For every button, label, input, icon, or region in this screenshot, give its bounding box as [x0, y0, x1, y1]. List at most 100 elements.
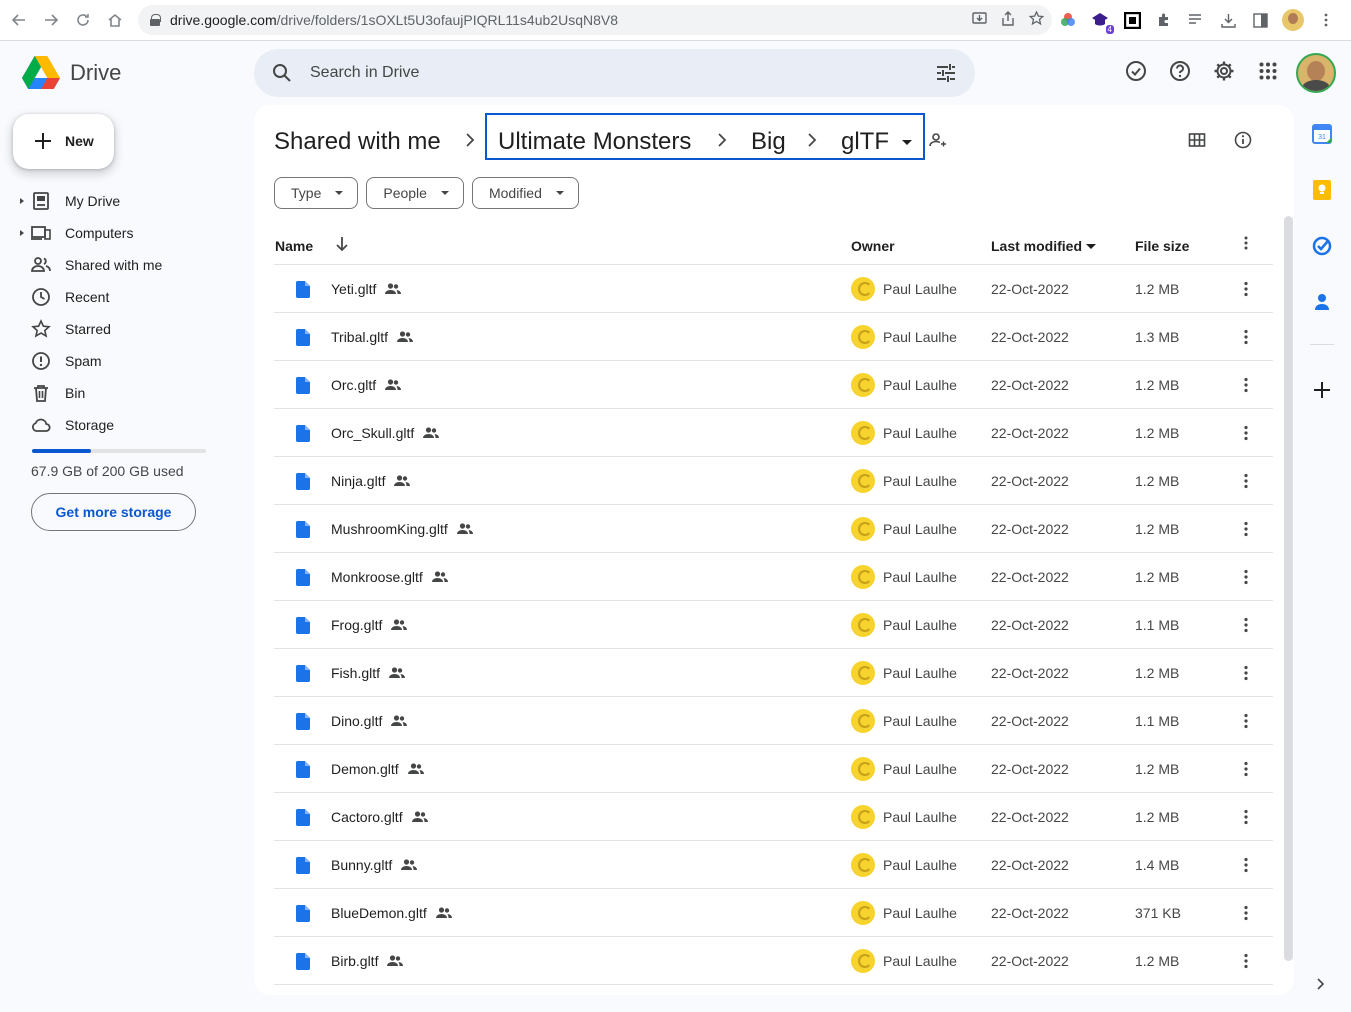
file-name: Bunny.gltf	[331, 857, 393, 873]
more-actions-icon[interactable]	[1236, 423, 1256, 443]
more-actions-icon[interactable]	[1236, 279, 1256, 299]
back-icon[interactable]	[3, 4, 35, 36]
offline-ready-icon[interactable]	[1124, 59, 1148, 83]
sidebar-item-my-drive[interactable]: My Drive	[20, 185, 240, 217]
more-actions-icon[interactable]	[1236, 615, 1256, 635]
table-row[interactable]: Orc.gltf Paul Laulhe 22-Oct-2022 1.2 MB	[274, 361, 1273, 409]
table-row[interactable]: Tribal.gltf Paul Laulhe 22-Oct-2022 1.3 MB	[274, 313, 1273, 361]
account-avatar[interactable]	[1296, 53, 1336, 93]
last-modified: 22-Oct-2022	[991, 905, 1069, 921]
filter-modified[interactable]: Modified	[471, 177, 579, 209]
sidebar-item-starred[interactable]: Starred	[20, 313, 240, 345]
expand-caret-icon[interactable]	[20, 230, 24, 236]
table-row[interactable]: BlueDemon.gltf Paul Laulhe 22-Oct-2022 371 …	[274, 889, 1273, 937]
breadcrumb-current-folder[interactable]: glTF	[841, 128, 912, 156]
main-scrollbar[interactable]	[1284, 216, 1293, 961]
table-row[interactable]: Fish.gltf Paul Laulhe 22-Oct-2022 1.2 MB	[274, 649, 1273, 697]
more-actions-icon[interactable]	[1236, 567, 1256, 587]
new-button[interactable]: New	[13, 114, 114, 169]
reload-icon[interactable]	[67, 4, 99, 36]
search-bar[interactable]	[254, 49, 975, 97]
sidebar-item-computers[interactable]: Computers	[20, 217, 240, 249]
more-actions-icon[interactable]	[1236, 903, 1256, 923]
table-row[interactable]: Demon.gltf Paul Laulhe 22-Oct-2022 1.2 MB	[274, 745, 1273, 793]
table-row[interactable]: Monkroose.gltf Paul Laulhe 22-Oct-2022 1.2 …	[274, 553, 1273, 601]
install-app-icon[interactable]	[972, 11, 987, 29]
more-actions-icon[interactable]	[1236, 759, 1256, 779]
more-actions-icon[interactable]	[1236, 663, 1256, 683]
filter-type[interactable]: Type	[274, 177, 359, 209]
get-more-storage-button[interactable]: Get more storage	[31, 493, 196, 531]
keep-icon[interactable]	[1310, 178, 1334, 202]
browser-menu-icon[interactable]	[1316, 10, 1336, 30]
table-row[interactable]: Cactoro.gltf Paul Laulhe 22-Oct-2022 1.2 MB	[274, 793, 1273, 841]
more-actions-icon[interactable]	[1236, 519, 1256, 539]
owner-name: Paul Laulhe	[883, 713, 957, 729]
downloads-icon[interactable]	[1218, 10, 1238, 30]
bookmark-star-icon[interactable]	[1028, 10, 1045, 29]
more-actions-icon[interactable]	[1236, 855, 1256, 875]
sidebar-item-recent[interactable]: Recent	[20, 281, 240, 313]
sort-direction-icon[interactable]	[335, 236, 349, 255]
table-row[interactable]: Orc_Skull.gltf Paul Laulhe 22-Oct-2022 1.2 …	[274, 409, 1273, 457]
browser-toolbar: drive.google.com/drive/folders/1sOXLt5U3…	[0, 0, 1351, 41]
more-actions-icon[interactable]	[1236, 375, 1256, 395]
table-row[interactable]: Yeti.gltf Paul Laulhe 22-Oct-2022 1.2 MB	[274, 265, 1273, 313]
share-page-icon[interactable]	[1001, 11, 1015, 29]
breadcrumb-ultimate-monsters[interactable]: Ultimate Monsters	[498, 128, 691, 156]
column-owner[interactable]: Owner	[851, 238, 895, 254]
forward-icon[interactable]	[35, 4, 67, 36]
address-bar[interactable]: drive.google.com/drive/folders/1sOXLt5U3…	[138, 5, 1052, 35]
sort-caret-icon[interactable]	[1086, 244, 1096, 249]
extension-badge-icon[interactable]: 4	[1090, 10, 1114, 34]
contacts-icon[interactable]	[1310, 290, 1334, 314]
filter-people[interactable]: People	[366, 177, 464, 209]
column-last-modified[interactable]: Last modified	[991, 238, 1082, 254]
table-row[interactable]: Birb.gltf Paul Laulhe 22-Oct-2022 1.2 MB	[274, 937, 1273, 985]
folder-share-icon[interactable]	[929, 132, 947, 153]
chevron-right-icon[interactable]	[1314, 977, 1328, 991]
calendar-icon[interactable]: 31	[1310, 122, 1334, 146]
table-row[interactable]: MushroomKing.gltf Paul Laulhe 22-Oct-2022 1…	[274, 505, 1273, 553]
column-options-icon[interactable]	[1244, 236, 1248, 253]
file-name: Monkroose.gltf	[331, 569, 423, 585]
add-addon-icon[interactable]	[1310, 378, 1334, 402]
column-file-size[interactable]: File size	[1135, 238, 1189, 254]
more-actions-icon[interactable]	[1236, 807, 1256, 827]
tasks-icon[interactable]	[1310, 234, 1334, 258]
apps-grid-icon[interactable]	[1256, 59, 1280, 83]
search-options-icon[interactable]	[935, 62, 957, 89]
sidebar-item-storage[interactable]: Storage	[20, 409, 240, 441]
sidebar-item-shared-with-me[interactable]: Shared with me	[20, 249, 240, 281]
table-row[interactable]: Dino.gltf Paul Laulhe 22-Oct-2022 1.1 MB	[274, 697, 1273, 745]
search-input[interactable]	[310, 49, 910, 97]
column-name[interactable]: Name	[275, 238, 313, 254]
more-actions-icon[interactable]	[1236, 951, 1256, 971]
breadcrumb-big[interactable]: Big	[751, 128, 786, 156]
more-actions-icon[interactable]	[1236, 327, 1256, 347]
drive-logo[interactable]: Drive	[22, 56, 121, 90]
more-actions-icon[interactable]	[1236, 471, 1256, 491]
sidebar-item-bin[interactable]: Bin	[20, 377, 240, 409]
details-info-icon[interactable]	[1234, 131, 1252, 154]
qr-extension-icon[interactable]	[1122, 10, 1142, 30]
side-panel-icon[interactable]	[1250, 10, 1270, 30]
table-row[interactable]: Frog.gltf Paul Laulhe 22-Oct-2022 1.1 MB	[274, 601, 1273, 649]
settings-gear-icon[interactable]	[1212, 59, 1236, 83]
table-row[interactable]: Bunny.gltf Paul Laulhe 22-Oct-2022 1.4 MB	[274, 841, 1273, 889]
reading-list-icon[interactable]	[1186, 10, 1206, 30]
grid-view-icon[interactable]	[1188, 131, 1206, 154]
color-extension-icon[interactable]	[1058, 10, 1078, 30]
expand-caret-icon[interactable]	[20, 198, 24, 204]
folder-menu-caret-icon[interactable]	[901, 140, 912, 146]
sidebar-item-spam[interactable]: Spam	[20, 345, 240, 377]
breadcrumb-root[interactable]: Shared with me	[274, 128, 441, 156]
table-row[interactable]: Ninja.gltf Paul Laulhe 22-Oct-2022 1.2 MB	[274, 457, 1273, 505]
extensions-puzzle-icon[interactable]	[1154, 10, 1174, 30]
help-icon[interactable]	[1168, 59, 1192, 83]
owner-avatar	[851, 661, 875, 685]
browser-profile-avatar[interactable]	[1282, 9, 1304, 31]
home-icon[interactable]	[99, 4, 131, 36]
more-actions-icon[interactable]	[1236, 711, 1256, 731]
search-icon[interactable]	[272, 63, 292, 88]
